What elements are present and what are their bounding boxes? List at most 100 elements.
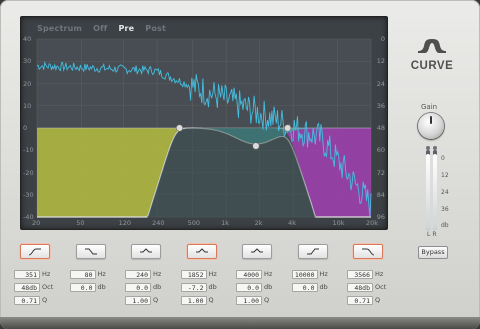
band-7-q-unit: Q: [375, 296, 381, 304]
band-3-q-field[interactable]: 1.00: [125, 296, 151, 305]
band-6-gain-unit: db: [319, 283, 328, 291]
spectrum-axis-label: 36: [376, 101, 385, 110]
plugin-window: Spectrum Off Pre Post 40 30 20 10 0 -10 -20 -30…: [0, 0, 480, 329]
meter-scale-label: 36: [441, 206, 449, 213]
spectrum-mode-pre[interactable]: Pre: [118, 24, 134, 33]
band-1-slope-field[interactable]: 48db: [14, 283, 40, 292]
band-4-gain-field[interactable]: -7.2: [180, 283, 207, 292]
db-axis-label: -20: [23, 168, 34, 177]
band-2-frequency-field[interactable]: 80: [69, 270, 96, 279]
band-7-slope-unit: Oct: [375, 283, 387, 291]
db-axis-label: 40: [23, 35, 32, 43]
meter-scale-label: db: [441, 222, 449, 229]
eq-display[interactable]: Spectrum Off Pre Post 40 30 20 10 0 -10 -20 -30…: [20, 16, 388, 230]
meter-channel-label: LR: [427, 231, 439, 238]
band-5-filter-button[interactable]: [242, 244, 272, 259]
db-axis-label: 0: [23, 124, 28, 132]
band-5-q-field[interactable]: 1.00: [236, 296, 262, 305]
band-5-q-unit: Q: [264, 296, 270, 304]
meter-scale-label: 0: [441, 155, 445, 162]
output-meter-left: [426, 150, 430, 230]
band-handle-lowpass[interactable]: [284, 124, 292, 132]
spectrum-axis-label: 24: [376, 79, 385, 88]
freq-axis-label: 500: [187, 219, 201, 227]
spectrum-mode-post[interactable]: Post: [145, 24, 166, 33]
band-1-slope-unit: Oct: [42, 283, 54, 291]
freq-axis-label: 2k: [254, 219, 263, 227]
spectrum-axis-label: 0: [380, 35, 385, 43]
band-7-q-field[interactable]: 0.71: [347, 296, 373, 305]
band-7-slope-field[interactable]: 48db: [347, 283, 373, 292]
bell-icon: [195, 248, 208, 253]
spectrum-axis-label: 60: [376, 146, 385, 155]
band-4-filter-button[interactable]: [186, 244, 217, 259]
band-5-frequency-unit: Hz: [264, 270, 273, 278]
band-4-frequency-unit: Hz: [208, 270, 217, 278]
band-3-q-unit: Q: [153, 296, 159, 304]
spectrum-axis-label: 84: [376, 190, 385, 199]
gain-knob[interactable]: [418, 113, 444, 139]
band-5-frequency-field[interactable]: 4000: [236, 270, 262, 279]
spectrum-mode-label: Spectrum: [37, 24, 83, 33]
freq-axis-label: 4k: [288, 219, 297, 227]
eq-graph[interactable]: [21, 17, 387, 229]
freq-axis-label: 50: [76, 219, 85, 227]
band-2-gain-unit: db: [97, 283, 106, 291]
band-4-gain-unit: db: [208, 283, 217, 291]
db-axis-label: 20: [23, 79, 32, 88]
bell-icon: [140, 248, 152, 253]
bypass-button[interactable]: Bypass: [418, 246, 448, 259]
band-1-frequency-field[interactable]: 351: [14, 270, 40, 279]
band-6-frequency-unit: Hz: [319, 270, 328, 278]
curve-logo: CURVE: [408, 38, 456, 72]
logo-text: CURVE: [410, 60, 454, 72]
band-4-q-unit: Q: [208, 296, 214, 304]
band-handle-bell[interactable]: [252, 142, 260, 150]
spectrum-mode-off[interactable]: Off: [93, 24, 107, 33]
band-3-frequency-unit: Hz: [153, 270, 162, 278]
band-2-gain-field[interactable]: 0.0: [69, 283, 96, 292]
high-shelf-icon: [306, 248, 319, 255]
freq-axis-label: 20k: [366, 219, 379, 227]
band-handle-highpass[interactable]: [175, 124, 184, 132]
band-3-frequency-field[interactable]: 240: [125, 270, 151, 279]
band-2-filter-button[interactable]: [75, 244, 106, 259]
gain-label: Gain: [421, 103, 438, 111]
meter-scale-label: 24: [441, 189, 449, 196]
band-1-frequency-unit: Hz: [42, 270, 51, 278]
band-6-filter-button[interactable]: [297, 244, 328, 259]
band-7-filter-button[interactable]: [353, 244, 383, 259]
band-6-frequency-field[interactable]: 10000: [291, 270, 318, 279]
low-pass-icon: [362, 248, 375, 256]
band-7-frequency-field[interactable]: 3566: [347, 270, 373, 279]
freq-axis-label: 1k: [221, 219, 230, 227]
spectrum-axis-label: 72: [376, 168, 385, 177]
freq-axis-label: 10k: [332, 219, 345, 227]
band-1-q-field[interactable]: 0.71: [14, 296, 40, 305]
band-3-gain-field[interactable]: 0.0: [125, 283, 151, 292]
band-1-q-unit: Q: [42, 296, 48, 304]
band-5-gain-unit: db: [264, 283, 273, 291]
db-axis-label: -10: [23, 146, 34, 155]
band-5-gain-field[interactable]: 0.0: [236, 283, 262, 292]
spectrum-axis-label: 12: [376, 57, 385, 66]
band-1-filter-button[interactable]: [20, 244, 50, 259]
bell-icon: [251, 248, 263, 253]
freq-axis-label: 20: [32, 219, 41, 227]
band-4-q-field[interactable]: 1.00: [180, 296, 207, 305]
meter-level-left: [426, 154, 430, 230]
band-3-filter-button[interactable]: [131, 244, 161, 259]
band-6-gain-field[interactable]: 0.0: [291, 283, 318, 292]
output-meter-right: [433, 150, 437, 230]
meter-scale-label: 12: [441, 172, 449, 179]
db-axis-label: 30: [23, 57, 32, 66]
band-7-frequency-unit: Hz: [375, 270, 384, 278]
band-2-frequency-unit: Hz: [97, 270, 106, 278]
db-axis-label: 10: [23, 101, 32, 110]
band-4-frequency-field[interactable]: 1852: [180, 270, 207, 279]
db-axis-label: -30: [23, 190, 34, 199]
band-3-gain-unit: db: [153, 283, 162, 291]
low-shelf-icon: [84, 248, 97, 255]
spectrum-axis-label: 48: [376, 124, 385, 132]
freq-axis-label: 240: [152, 219, 165, 227]
